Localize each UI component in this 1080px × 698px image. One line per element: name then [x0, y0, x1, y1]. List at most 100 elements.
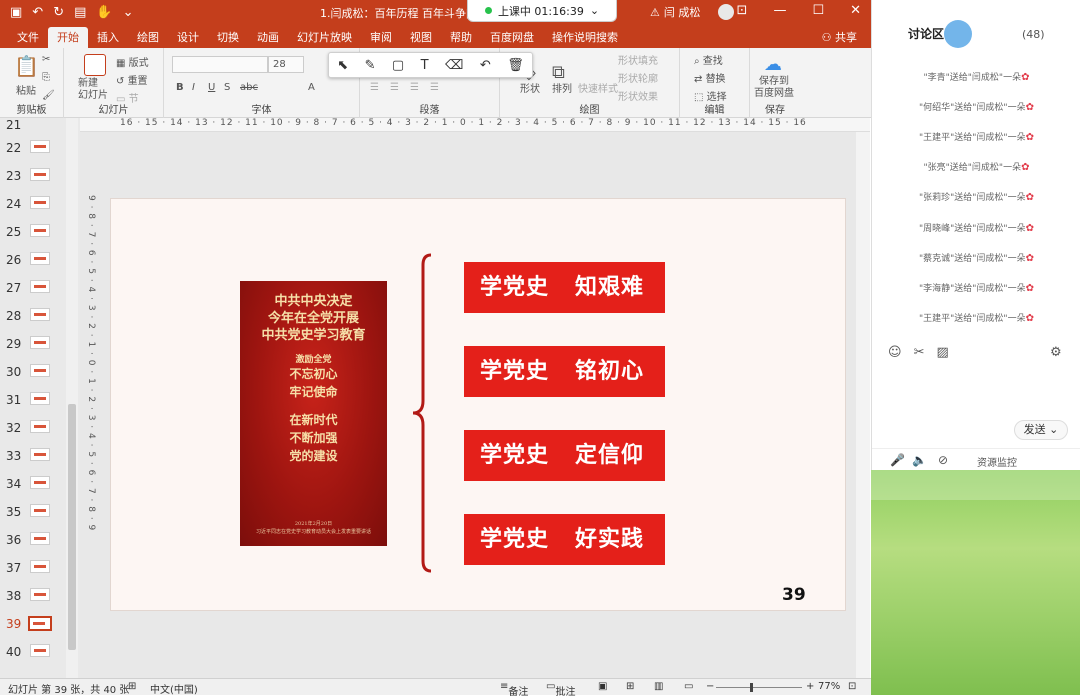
notes-button[interactable]: ≡ 备注: [500, 681, 528, 698]
party-history-poster[interactable]: 中共中央决定 今年在全党开展 中共党史学习教育 激励全党 不忘初心 牢记使命 在…: [240, 281, 387, 546]
zoom-slider-handle[interactable]: [750, 683, 753, 692]
quick-styles-label[interactable]: 快速样式: [578, 80, 618, 95]
tell-me-search[interactable]: 操作说明搜索: [543, 27, 627, 48]
thumbnail-slide-24[interactable]: 24: [0, 191, 66, 218]
tab-design[interactable]: 设计: [168, 27, 208, 48]
thumbnail-slide-39[interactable]: 39: [0, 611, 66, 638]
tab-review[interactable]: 审阅: [361, 27, 401, 48]
tab-view[interactable]: 视图: [401, 27, 441, 48]
slogan-box[interactable]: 学党史 定信仰: [464, 430, 665, 481]
baidu-cloud-icon[interactable]: ☁: [764, 54, 782, 75]
pen-icon[interactable]: ✎: [365, 58, 376, 73]
microphone-icon[interactable]: 🎤: [890, 453, 905, 467]
zoom-in-icon[interactable]: +: [806, 681, 814, 692]
language-status[interactable]: 中文(中国): [150, 681, 198, 696]
avatar[interactable]: [718, 4, 735, 20]
replace-button[interactable]: ⇄ 替换: [694, 70, 726, 85]
thumbnail-slide-35[interactable]: 35: [0, 499, 66, 526]
send-button[interactable]: 发送 ⌄: [1014, 420, 1068, 440]
settings-icon[interactable]: ⚙: [1050, 345, 1062, 360]
speaker-icon[interactable]: 🔈: [912, 453, 927, 467]
underline-icon[interactable]: U: [208, 82, 215, 93]
minimize-button[interactable]: —: [773, 3, 786, 18]
normal-view-icon[interactable]: ▣: [598, 681, 607, 692]
bold-icon[interactable]: B: [176, 82, 184, 93]
tab-file[interactable]: 文件: [8, 27, 48, 48]
eraser-icon[interactable]: ⌫: [445, 58, 463, 73]
tab-slideshow[interactable]: 幻灯片放映: [288, 27, 361, 48]
format-painter-icon[interactable]: 🖌: [42, 90, 55, 101]
tab-transitions[interactable]: 切换: [208, 27, 248, 48]
pointer-icon[interactable]: ⬉: [337, 58, 348, 73]
canvas-scrollbar[interactable]: [856, 132, 870, 678]
reading-view-icon[interactable]: ▥: [654, 681, 663, 692]
tab-home[interactable]: 开始: [48, 27, 88, 48]
strikethrough-icon[interactable]: abc: [240, 82, 258, 93]
tab-help[interactable]: 帮助: [441, 27, 481, 48]
text-icon[interactable]: T: [421, 58, 429, 73]
scrollbar-thumb[interactable]: [68, 404, 76, 650]
thumbnail-slide-38[interactable]: 38: [0, 583, 66, 610]
thumbnail-slide-34[interactable]: 34: [0, 471, 66, 498]
font-color-icon[interactable]: A: [308, 82, 315, 93]
thumbnail-slide-27[interactable]: 27: [0, 275, 66, 302]
zoom-slider[interactable]: [716, 683, 802, 692]
save-baidu-label[interactable]: 保存到 百度网盘: [754, 76, 794, 100]
cut-icon[interactable]: ✂: [42, 54, 50, 65]
maximize-button[interactable]: ☐: [812, 3, 824, 18]
slogan-box[interactable]: 学党史 知艰难: [464, 262, 665, 313]
justify-icon[interactable]: ☰: [430, 82, 439, 93]
emoji-icon[interactable]: ☺: [888, 345, 902, 360]
close-button[interactable]: ✕: [850, 3, 861, 18]
redo-icon[interactable]: ↻: [53, 5, 64, 20]
class-timer[interactable]: 上课中 01:16:39 ⌄: [467, 0, 617, 22]
thumbnail-slide-40[interactable]: 40: [0, 639, 66, 666]
tab-insert[interactable]: 插入: [88, 27, 128, 48]
thumbnail-slide-36[interactable]: 36: [0, 527, 66, 554]
undo-icon[interactable]: ↶: [32, 5, 43, 20]
accessibility-icon[interactable]: ⊞: [128, 681, 136, 692]
font-name-field[interactable]: [172, 56, 268, 73]
find-button[interactable]: ⌕ 查找: [694, 52, 723, 67]
thumbnail-slide-33[interactable]: 33: [0, 443, 66, 470]
slogan-box[interactable]: 学党史 好实践: [464, 514, 665, 565]
slide-sorter-icon[interactable]: ⊞: [626, 681, 634, 692]
thumbnail-slide-29[interactable]: 29: [0, 331, 66, 358]
slogan-box[interactable]: 学党史 铭初心: [464, 346, 665, 397]
reset-button[interactable]: ↺ 重置: [116, 72, 148, 87]
tab-animations[interactable]: 动画: [248, 27, 288, 48]
present-icon[interactable]: ▤: [74, 5, 86, 20]
share-button[interactable]: ⚇ 共享: [822, 29, 857, 45]
scissors-icon[interactable]: ✂: [914, 345, 925, 360]
image-icon[interactable]: ▨: [936, 345, 948, 360]
font-size-field[interactable]: 28: [268, 56, 304, 73]
thumbnail-slide-23[interactable]: 23: [0, 163, 66, 190]
align-left-icon[interactable]: ☰: [370, 82, 379, 93]
paste-label[interactable]: 粘贴: [16, 82, 36, 97]
thumbnail-slide-28[interactable]: 28: [0, 303, 66, 330]
shape-outline-label[interactable]: 形状轮廓: [618, 70, 658, 85]
thumbnail-slide-37[interactable]: 37: [0, 555, 66, 582]
thumbnail-slide-25[interactable]: 25: [0, 219, 66, 246]
rectangle-icon[interactable]: ▢: [392, 58, 404, 73]
align-center-icon[interactable]: ☰: [390, 82, 399, 93]
thumbnail-slide-30[interactable]: 30: [0, 359, 66, 386]
thumbnail-slide-26[interactable]: 26: [0, 247, 66, 274]
ribbon-display-icon[interactable]: ⊡: [737, 3, 748, 18]
italic-icon[interactable]: I: [192, 82, 195, 93]
align-right-icon[interactable]: ☰: [410, 82, 419, 93]
customize-qat-icon[interactable]: ⌄: [123, 5, 134, 20]
tab-draw[interactable]: 绘图: [128, 27, 168, 48]
undo-annotation-icon[interactable]: ↶: [480, 58, 491, 73]
zoom-out-icon[interactable]: −: [706, 681, 714, 692]
thumbnail-slide-31[interactable]: 31: [0, 387, 66, 414]
slideshow-view-icon[interactable]: ▭: [684, 681, 693, 692]
new-slide-icon[interactable]: [84, 54, 106, 79]
thumbnail-slide-32[interactable]: 32: [0, 415, 66, 442]
shapes-label[interactable]: 形状: [520, 80, 540, 95]
comments-button[interactable]: ▭ 批注: [546, 681, 575, 698]
new-slide-label[interactable]: 新建 幻灯片: [78, 78, 108, 102]
shape-fill-label[interactable]: 形状填充: [618, 52, 658, 67]
paste-icon[interactable]: 📋: [14, 54, 39, 78]
shadow-icon[interactable]: S: [224, 82, 230, 93]
